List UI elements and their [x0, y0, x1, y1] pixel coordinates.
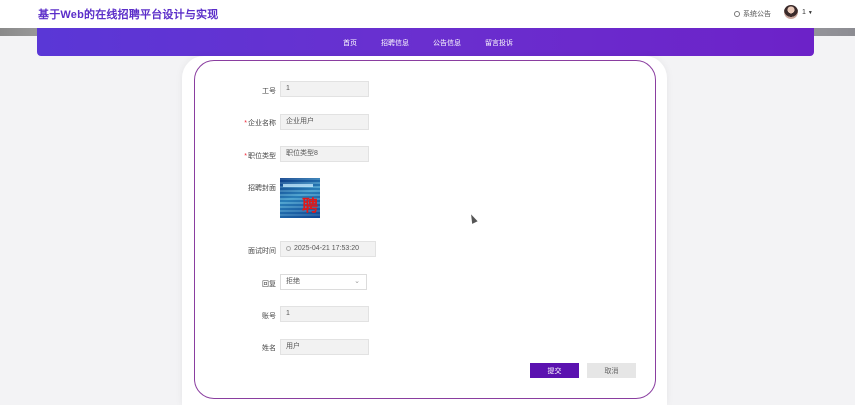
notice-link[interactable]: 系统公告 — [734, 9, 771, 19]
job-id-label: 工号 — [262, 88, 276, 95]
nav-item-home[interactable]: 首页 — [343, 38, 357, 48]
user-menu[interactable]: 1 ▼ — [802, 9, 813, 16]
clock-icon — [286, 246, 291, 251]
required-mark: * — [244, 153, 247, 160]
notice-label: 系统公告 — [743, 11, 771, 18]
company-name-label: *企业名称 — [244, 120, 276, 127]
top-header: 基于Web的在线招聘平台设计与实现 系统公告 1 ▼ — [0, 0, 855, 28]
avatar[interactable] — [784, 5, 798, 19]
site-title: 基于Web的在线招聘平台设计与实现 — [38, 9, 219, 21]
position-type-label: *职位类型 — [244, 153, 276, 160]
nav-item-notices[interactable]: 公告信息 — [433, 38, 461, 48]
name-label: 姓名 — [262, 345, 276, 352]
recruit-cover-label: 招聘封面 — [248, 185, 276, 192]
user-name: 1 — [802, 9, 806, 16]
account-label: 账号 — [262, 313, 276, 320]
caret-down-icon: ▼ — [807, 9, 813, 16]
reply-select[interactable]: 拒绝 ⌄ — [280, 274, 367, 290]
recruit-cover-image[interactable]: 聘 — [280, 178, 320, 218]
cover-text: 聘 — [301, 196, 318, 215]
name-field[interactable]: 用户 — [280, 339, 369, 355]
chevron-down-icon: ⌄ — [354, 278, 360, 285]
position-type-field[interactable]: 职位类型8 — [280, 146, 369, 162]
interview-time-label: 面试时间 — [248, 248, 276, 255]
required-mark: * — [244, 120, 247, 127]
job-id-field[interactable]: 1 — [280, 81, 369, 97]
company-name-field[interactable]: 企业用户 — [280, 114, 369, 130]
nav-item-feedback[interactable]: 留言投诉 — [485, 38, 513, 48]
reply-label: 回复 — [262, 281, 276, 288]
interview-time-field[interactable]: 2025-04-21 17:53:20 — [280, 241, 376, 257]
account-field[interactable]: 1 — [280, 306, 369, 322]
notice-icon — [734, 11, 740, 17]
nav-item-jobs[interactable]: 招聘信息 — [381, 38, 409, 48]
cancel-button[interactable]: 取消 — [587, 363, 636, 378]
submit-button[interactable]: 提交 — [530, 363, 579, 378]
main-nav: 首页 招聘信息 公告信息 留言投诉 — [37, 28, 814, 56]
